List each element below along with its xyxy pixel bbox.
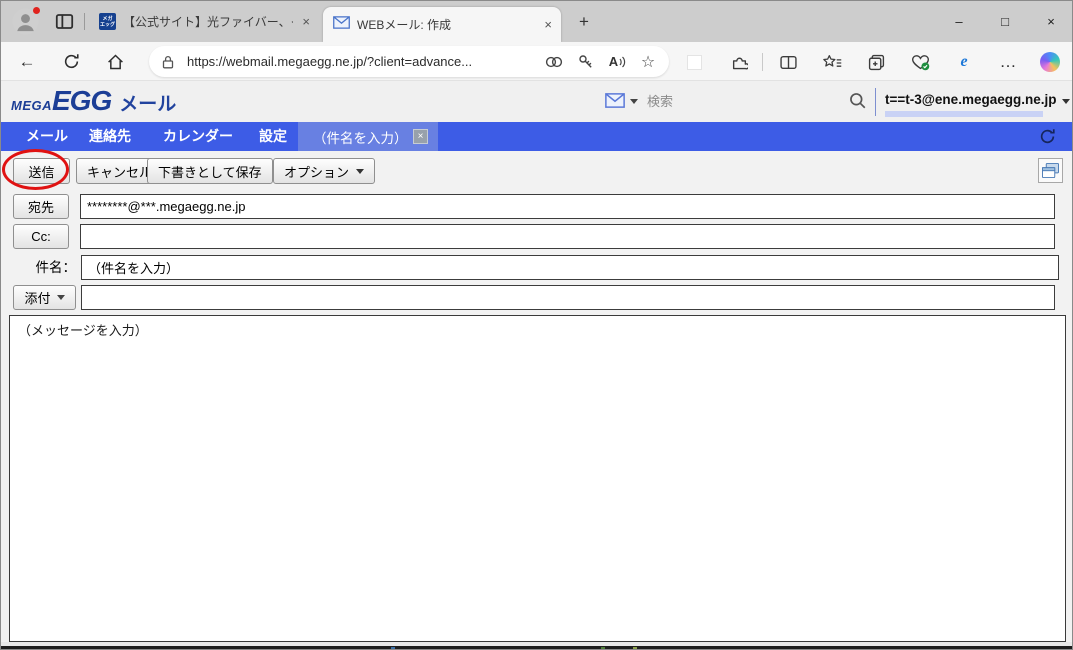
minimize-button[interactable]: – (936, 1, 982, 42)
message-body-input[interactable]: （メッセージを入力） (9, 315, 1066, 642)
maximize-button[interactable]: □ (982, 1, 1028, 42)
search-scope-mail-icon[interactable] (605, 93, 625, 108)
search-icon[interactable] (849, 92, 866, 109)
compose-toolbar: 送信 キャンセル 下書きとして保存 オプション (1, 151, 1073, 188)
attachments-input[interactable] (81, 285, 1055, 310)
account-email: t==t-3@ene.megaegg.ne.jp (885, 92, 1056, 107)
browser-titlebar: メガエッグ 【公式サイト】光ファイバー、インターネ × WEBメール: 作成 ×… (1, 1, 1073, 42)
search-input[interactable] (645, 89, 840, 113)
taskbar-sliver (1, 646, 1073, 650)
account-menu[interactable]: t==t-3@ene.megaegg.ne.jp (885, 92, 1060, 107)
to-button[interactable]: 宛先 (13, 194, 69, 219)
read-aloud-icon[interactable]: A (607, 51, 629, 73)
new-tab-button[interactable]: + (572, 10, 596, 34)
back-button[interactable]: ← (15, 42, 39, 81)
extensions-icon[interactable] (728, 51, 750, 73)
cc-input[interactable] (80, 224, 1055, 249)
to-input[interactable] (80, 194, 1055, 219)
url-text[interactable]: https://webmail.megaegg.ne.jp/?client=ad… (187, 54, 543, 69)
password-key-icon[interactable] (575, 51, 597, 73)
subject-label: 件名： (13, 255, 76, 280)
tab-close-icon[interactable]: × (293, 14, 319, 29)
nav-settings[interactable]: 設定 (259, 122, 287, 151)
browser-tab-webmail-compose[interactable]: WEBメール: 作成 × (323, 7, 561, 42)
send-button[interactable]: 送信 (13, 158, 70, 184)
refresh-button[interactable] (59, 42, 83, 81)
toolbar-separator (762, 53, 763, 71)
titlebar-separator (84, 13, 85, 30)
search-scope-caret-icon[interactable] (630, 99, 638, 104)
site-lock-icon[interactable] (157, 51, 179, 73)
browser-toolbar: ← https://webmail.megaegg.ne.jp/?client=… (1, 42, 1073, 81)
attach-button[interactable]: 添付 (13, 285, 76, 310)
browser-essentials-icon[interactable] (909, 51, 931, 73)
tab-title: WEBメール: 作成 (357, 16, 535, 33)
favorites-hub-icon[interactable] (821, 51, 843, 73)
options-caret-icon (356, 169, 364, 174)
options-button[interactable]: オプション (273, 158, 375, 184)
compose-tab[interactable]: （件名を入力） × (298, 122, 438, 151)
browser-window: メガエッグ 【公式サイト】光ファイバー、インターネ × WEBメール: 作成 ×… (0, 0, 1073, 650)
tab-actions-menu-icon[interactable] (55, 12, 74, 31)
settings-more-icon[interactable]: … (997, 51, 1019, 73)
mail-envelope-favicon-icon (333, 16, 350, 33)
profile-avatar-icon[interactable] (12, 8, 39, 35)
ie-mode-icon[interactable]: e (953, 51, 975, 73)
save-draft-button[interactable]: 下書きとして保存 (147, 158, 273, 184)
megaegg-favicon-icon: メガエッグ (99, 13, 116, 30)
home-button[interactable] (103, 42, 127, 81)
favorite-star-icon[interactable]: ☆ (637, 51, 659, 73)
attach-caret-icon (57, 295, 65, 300)
account-underline (885, 111, 1043, 117)
account-caret-icon (1062, 99, 1070, 104)
collections-icon[interactable] (865, 51, 887, 73)
tab-close-icon[interactable]: × (535, 17, 561, 32)
webmail-refresh-icon[interactable] (1039, 128, 1056, 145)
tab-title: 【公式サイト】光ファイバー、インターネ (123, 13, 293, 30)
nav-mail[interactable]: メール (26, 122, 68, 151)
detach-window-button[interactable] (1038, 158, 1063, 183)
cascade-windows-icon (1041, 162, 1060, 179)
megaegg-logo: MEGAEGGメール (11, 86, 176, 116)
copilot-icon[interactable] (1039, 51, 1061, 73)
header-separator (875, 88, 876, 116)
address-bar[interactable]: https://webmail.megaegg.ne.jp/?client=ad… (149, 46, 669, 77)
split-screen-icon[interactable] (777, 51, 799, 73)
extension-blank-icon[interactable] (683, 51, 705, 73)
close-window-button[interactable]: × (1028, 1, 1073, 42)
notification-dot-icon (32, 6, 41, 15)
subject-input[interactable] (81, 255, 1059, 280)
window-controls: – □ × (936, 1, 1073, 42)
cc-button[interactable]: Cc: (13, 224, 69, 249)
compose-tab-label: （件名を入力） (313, 127, 413, 147)
nav-contacts[interactable]: 連絡先 (89, 122, 131, 151)
webmail-navbar: メール 連絡先 カレンダー 設定 （件名を入力） × (1, 122, 1073, 151)
nav-calendar[interactable]: カレンダー (163, 122, 233, 151)
webmail-header: MEGAEGGメール t==t-3@ene.megaegg.ne.jp (1, 81, 1073, 122)
compose-tab-close-icon[interactable]: × (413, 129, 428, 144)
link-rings-icon[interactable] (543, 51, 565, 73)
browser-tab-megaegg-site[interactable]: メガエッグ 【公式サイト】光ファイバー、インターネ × (89, 1, 319, 42)
